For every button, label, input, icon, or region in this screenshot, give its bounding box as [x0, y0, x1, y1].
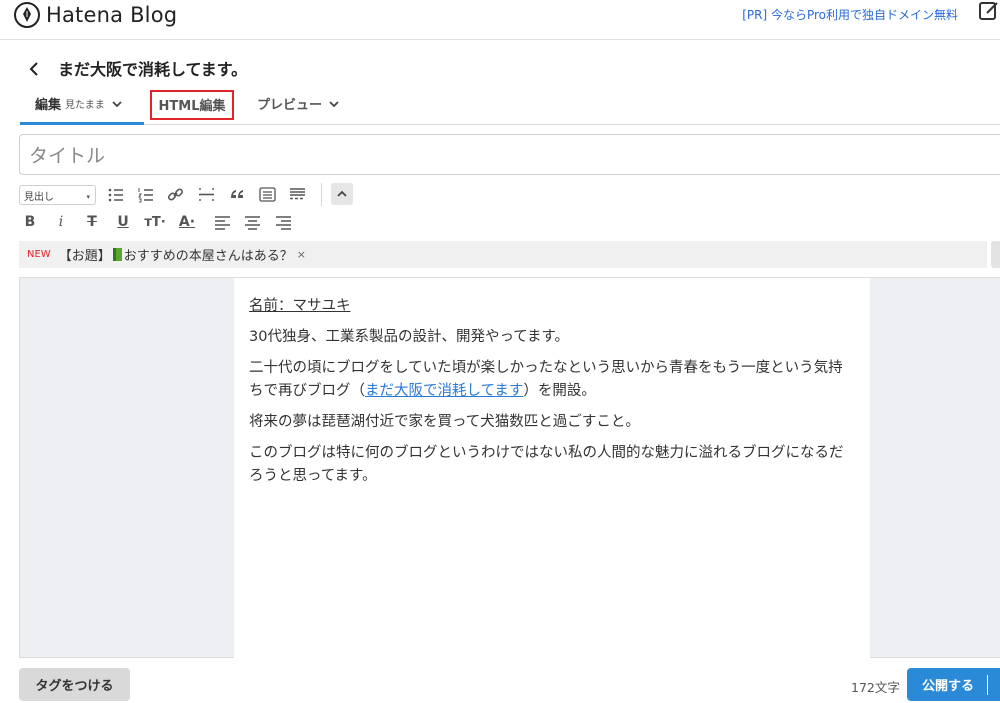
topic-text: おすすめの本屋さんはある？ [123, 249, 293, 264]
blog-description: このブログは特に何のブログというわけではない私の人間的な魅力に溢れるブログになる… [249, 445, 844, 484]
editor-content[interactable]: 名前：マサユキ 30代独身、工業系製品の設計、開発やってます。 二十代の頃にブロ… [234, 278, 870, 659]
topic-bar[interactable]: NEW 【お題】 おすすめの本屋さんはある？ × [19, 241, 987, 268]
new-badge: NEW [27, 249, 51, 260]
align-right-icon[interactable] [272, 211, 294, 233]
italic-icon[interactable]: i [50, 211, 72, 233]
toolbar-divider [321, 183, 322, 206]
heading-select[interactable]: 見出し ▾ [19, 185, 96, 205]
editor-footer: タグをつける 172文字 公開する [0, 659, 1000, 703]
tab-html-label: HTML編集 [158, 99, 226, 114]
book-icon [112, 248, 122, 261]
text-color-icon[interactable]: A· [176, 211, 198, 233]
profile-paragraph: 二十代の頃にブログをしていた頃が楽しかったなという思いから青春をもう一度という気… [249, 357, 855, 403]
font-size-icon[interactable]: тT· [144, 211, 166, 233]
paragraph-text: ）を開設。 [523, 383, 596, 399]
strikethrough-icon[interactable]: T [81, 211, 103, 233]
publish-label: 公開する [922, 679, 975, 694]
pen-logo-icon [14, 2, 40, 28]
editor-tabs: 編集 見たまま HTML編集 プレビュー [20, 90, 1000, 125]
compose-icon[interactable] [978, 0, 1000, 22]
dream-line: 将来の夢は琵琶湖付近で家を買って犬猫数匹と過ごすこと。 [249, 414, 640, 430]
top-bar: Hatena Blog [PR] 今ならPro利用で独自ドメイン無料 [0, 0, 1000, 40]
blog-title-row: まだ大阪で消耗してます。 [28, 56, 247, 80]
character-count: 172文字 [851, 680, 900, 695]
align-center-icon[interactable] [241, 211, 263, 233]
tab-edit-label: 編集 [35, 98, 62, 113]
tab-preview[interactable]: プレビュー [257, 90, 339, 125]
bullet-list-icon[interactable] [104, 183, 126, 205]
format-toolbar-row-2: B i T U тT· A· [19, 211, 309, 235]
heading-select-value: 見出し [24, 191, 54, 203]
format-toolbar-row-1: 見出し ▾ [19, 183, 359, 207]
tab-edit-mode: 見たまま [65, 100, 105, 111]
table-of-contents-icon[interactable] [256, 183, 278, 205]
publish-divider [987, 675, 988, 695]
tab-edit[interactable]: 編集 見たまま [20, 90, 144, 125]
close-icon[interactable]: × [297, 248, 306, 261]
chevron-left-icon[interactable] [28, 61, 42, 76]
author-name: 名前：マサユキ [249, 298, 351, 314]
bold-icon[interactable]: B [19, 211, 41, 233]
logo-text: Hatena Blog [46, 3, 178, 27]
add-tag-button[interactable]: タグをつける [19, 668, 130, 701]
collapse-toolbar-button[interactable] [331, 183, 353, 205]
read-more-icon[interactable] [286, 183, 308, 205]
profile-line: 30代独身、工業系製品の設計、開発やってます。 [249, 329, 570, 345]
title-input[interactable]: タイトル [19, 134, 1000, 175]
tab-html-edit[interactable]: HTML編集 [150, 90, 234, 120]
blog-title: まだ大阪で消耗してます。 [58, 60, 248, 79]
select-arrow-icon: ▾ [86, 193, 90, 201]
blog-link[interactable]: まだ大阪で消耗してます [365, 383, 523, 399]
horizontal-rule-icon[interactable] [195, 183, 217, 205]
numbered-list-icon[interactable] [134, 183, 156, 205]
hatena-logo[interactable]: Hatena Blog [14, 2, 177, 28]
publish-button[interactable]: 公開する [907, 668, 1000, 701]
side-panel-tab[interactable] [991, 241, 1000, 268]
topic-prefix: 【お題】 [58, 249, 111, 264]
pro-promo-link[interactable]: [PR] 今ならPro利用で独自ドメイン無料 [742, 6, 958, 23]
chevron-down-icon [329, 98, 339, 108]
link-icon[interactable] [164, 183, 186, 205]
tab-preview-label: プレビュー [257, 98, 323, 113]
chevron-down-icon [112, 98, 122, 108]
align-left-icon[interactable] [211, 211, 233, 233]
blockquote-icon[interactable] [226, 183, 248, 205]
editor-area: 名前：マサユキ 30代独身、工業系製品の設計、開発やってます。 二十代の頃にブロ… [19, 277, 1000, 659]
chevron-up-icon [337, 190, 347, 197]
title-placeholder: タイトル [29, 145, 106, 167]
underline-icon[interactable]: U [112, 211, 134, 233]
